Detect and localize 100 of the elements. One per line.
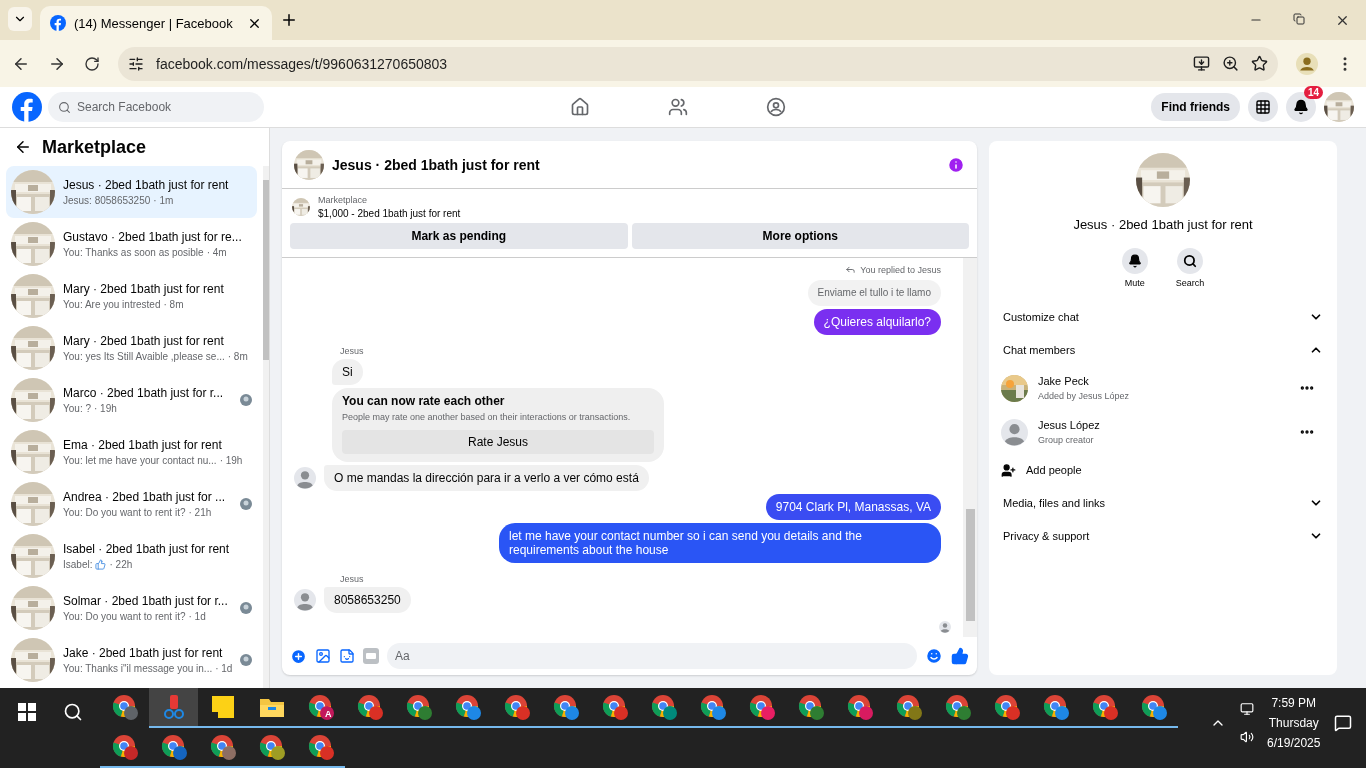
- conversation-item[interactable]: Solmar · 2bed 1bath just for r... You: Do you want to rent it? · 1d: [6, 582, 258, 634]
- browser-icon[interactable]: [307, 734, 334, 760]
- site-info-icon[interactable]: [128, 55, 144, 72]
- browser-icon[interactable]: [1042, 694, 1069, 720]
- browser-icon[interactable]: [699, 694, 726, 720]
- bell-icon[interactable]: [1293, 99, 1309, 115]
- sticker-icon[interactable]: [339, 648, 355, 664]
- section-header[interactable]: Media, files and links: [1001, 486, 1325, 519]
- rate-button[interactable]: Rate Jesus: [342, 430, 654, 454]
- search-button[interactable]: [1177, 248, 1203, 274]
- bookmark-icon[interactable]: [1251, 55, 1268, 72]
- zoom-icon[interactable]: [1222, 55, 1239, 72]
- photo-icon[interactable]: [315, 648, 331, 664]
- facebook-logo-icon[interactable]: [50, 15, 66, 31]
- conversation-item[interactable]: Jake · 2bed 1bath just for rent You: Thanks i"il message you in... · 1d: [6, 634, 258, 686]
- notifications-icon[interactable]: [1334, 714, 1352, 732]
- browser-icon[interactable]: [1091, 694, 1118, 720]
- groups-icon[interactable]: [765, 97, 786, 117]
- like-icon[interactable]: [951, 647, 969, 665]
- message-preview: You: Are you intrested: [63, 299, 161, 310]
- back-icon[interactable]: [14, 138, 32, 156]
- info-icon[interactable]: [947, 155, 965, 174]
- section-header[interactable]: Chat members: [1001, 333, 1325, 366]
- find-friends-button[interactable]: Find friends: [1151, 93, 1240, 121]
- quoted-message: Enviame el tullo i te llamo: [807, 280, 941, 306]
- restore-icon[interactable]: [1293, 12, 1305, 25]
- browser-icon[interactable]: [111, 694, 138, 720]
- browser-icon[interactable]: [993, 694, 1020, 720]
- conversation-item[interactable]: Mary · 2bed 1bath just for rent You: yes Its Still Avaible ,please se... · 8m: [6, 322, 258, 374]
- new-tab-icon[interactable]: [280, 11, 298, 29]
- tab-list-button[interactable]: [8, 7, 32, 31]
- clock-time[interactable]: 7:59 PM: [1271, 696, 1317, 710]
- scissors-icon[interactable]: [161, 694, 186, 720]
- emoji-icon[interactable]: [925, 647, 943, 665]
- conversation-item[interactable]: Ema · 2bed 1bath just for rent You: let me have your contact nu... · 19h: [6, 426, 258, 478]
- clock-date[interactable]: 6/19/2025: [1267, 736, 1321, 750]
- listing-action-button[interactable]: More options: [631, 223, 969, 249]
- conversation-item[interactable]: Gustavo · 2bed 1bath just for re... You: Thanks as soon as posible · 4m: [6, 218, 258, 270]
- browser-icon[interactable]: [258, 734, 285, 760]
- browser-icon[interactable]: [895, 694, 922, 720]
- listing-action-button[interactable]: Mark as pending: [290, 223, 628, 249]
- search-icon[interactable]: [1183, 254, 1197, 268]
- windows-start-icon[interactable]: [17, 703, 36, 721]
- received-message: 8058653250: [324, 587, 411, 613]
- search-field[interactable]: Search Facebook: [48, 92, 264, 122]
- section-header[interactable]: Privacy & support: [1001, 519, 1325, 552]
- browser-icon[interactable]: [111, 734, 138, 760]
- conversation-item[interactable]: Isabel · 2bed 1bath just for rent Isabel: · 22h: [6, 530, 258, 582]
- conversation-item[interactable]: Jesus · 2bed 1bath just for rent Jesus: 8058653250 · 1m: [6, 166, 258, 218]
- browser-icon[interactable]: [454, 694, 481, 720]
- message-input[interactable]: Aa: [387, 643, 917, 669]
- search-icon[interactable]: [62, 702, 83, 722]
- conversation-name: Andrea · 2bed 1bath just for ...: [63, 490, 227, 504]
- message-preview: Jesus: 8058653250: [63, 195, 151, 206]
- add-icon[interactable]: [290, 647, 307, 665]
- browser-icon[interactable]: [650, 694, 677, 720]
- grid-icon[interactable]: [1255, 99, 1271, 115]
- mute-button[interactable]: [1121, 248, 1148, 274]
- browser-icon[interactable]: [307, 694, 334, 720]
- browser-icon[interactable]: [797, 694, 824, 720]
- address-bar[interactable]: facebook.com/messages/t/9960631270650803: [118, 46, 1278, 81]
- message-preview: You: Do you want to rent it?: [63, 507, 186, 518]
- reload-icon[interactable]: [84, 55, 100, 72]
- folder-icon[interactable]: [258, 696, 285, 718]
- section-header[interactable]: Customize chat: [1001, 300, 1325, 333]
- sent-message: let me have your contact number so i can send you details and the requirements about the house: [499, 523, 941, 563]
- bell-icon[interactable]: [1127, 254, 1142, 268]
- browser-icon[interactable]: [944, 694, 971, 720]
- scrollbar-thumb[interactable]: [965, 509, 975, 621]
- conversation-item[interactable]: Andrea · 2bed 1bath just for ... You: Do you want to rent it? · 21h: [6, 478, 258, 530]
- scrollbar[interactable]: [963, 258, 977, 637]
- browser-tab[interactable]: (14) Messenger | Facebook: [40, 6, 272, 40]
- browser-icon[interactable]: [748, 694, 775, 720]
- browser-icon[interactable]: [846, 694, 873, 720]
- listing-label: Marketplace: [318, 195, 369, 205]
- install-icon[interactable]: [1193, 55, 1210, 72]
- clock-day[interactable]: Thursday: [1268, 716, 1319, 730]
- facebook-logo-icon[interactable]: [12, 92, 42, 122]
- volume-icon[interactable]: [1239, 730, 1254, 744]
- browser-icon[interactable]: [601, 694, 628, 720]
- conversation-name: Ema · 2bed 1bath just for rent: [63, 438, 223, 452]
- sticky-note-icon[interactable]: [210, 695, 235, 719]
- profile-icon[interactable]: [1296, 52, 1318, 75]
- friends-icon[interactable]: [667, 97, 688, 117]
- home-icon[interactable]: [569, 97, 590, 117]
- conversation-item[interactable]: Marco · 2bed 1bath just for r... You: ? · 19h: [6, 374, 258, 426]
- browser-icon[interactable]: [405, 694, 432, 720]
- browser-icon[interactable]: [209, 734, 236, 760]
- add-people-link[interactable]: Add people: [1026, 464, 1082, 476]
- browser-icon[interactable]: [552, 694, 579, 720]
- network-icon[interactable]: [1239, 702, 1254, 716]
- browser-icon[interactable]: [356, 694, 383, 720]
- conversation-title: Jesus · 2bed 1bath just for rent: [1073, 217, 1253, 232]
- conversation-name: Isabel · 2bed 1bath just for rent: [63, 542, 231, 556]
- browser-icon[interactable]: [503, 694, 530, 720]
- browser-icon[interactable]: [160, 734, 187, 760]
- conversation-item[interactable]: Mary · 2bed 1bath just for rent You: Are you intrested · 8m: [6, 270, 258, 322]
- apps-menu-button[interactable]: [1248, 92, 1278, 122]
- browser-icon[interactable]: [1140, 694, 1167, 720]
- taskbar-button[interactable]: A: [296, 688, 345, 728]
